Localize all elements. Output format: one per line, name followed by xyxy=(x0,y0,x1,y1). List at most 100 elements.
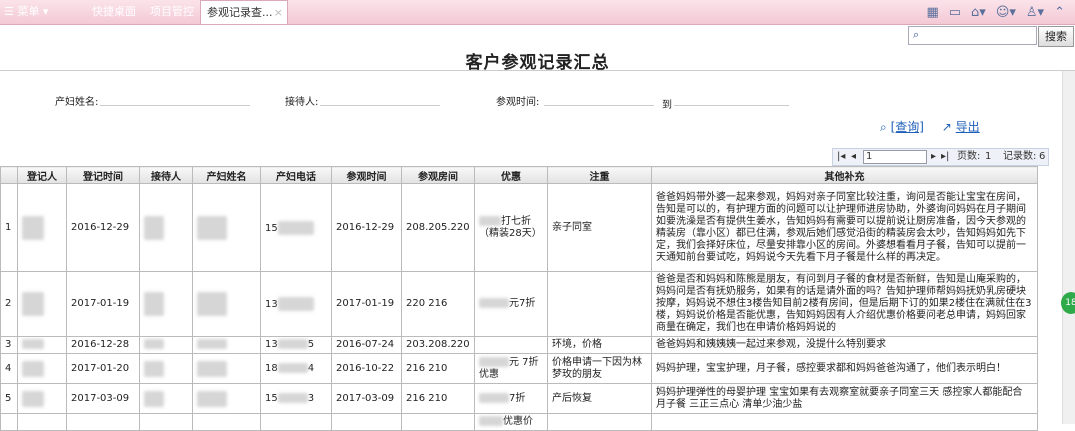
name-filter-input[interactable] xyxy=(100,105,250,106)
table-row[interactable]: 3 2016-12-28 13 5 2016-07-24 203.208.220 … xyxy=(0,336,1038,354)
focus-cell xyxy=(547,271,652,337)
export-icon: ↗ xyxy=(941,120,952,134)
home-icon[interactable]: ⌂▾ xyxy=(971,5,986,20)
export-link[interactable]: 导出 xyxy=(956,120,980,134)
phone-suffix: 5 xyxy=(307,339,315,350)
visit-time-filter-label: 参观时间: xyxy=(496,97,540,108)
page-number-input[interactable]: 1 xyxy=(863,150,927,164)
reg-time-cell xyxy=(66,413,140,431)
registrar-cell xyxy=(17,413,67,431)
row-number: 5 xyxy=(0,383,18,414)
row-number: 1 xyxy=(0,183,18,272)
search-row: ⌕ 搜索 xyxy=(0,26,1075,47)
close-icon[interactable]: × xyxy=(274,1,283,25)
visit-time-to-label: 到 xyxy=(662,100,672,111)
search-input[interactable]: ⌕ xyxy=(908,26,1037,45)
table-row[interactable]: 优惠价 xyxy=(0,413,1038,431)
action-links: ⌕ [查询] ↗ 导出 xyxy=(880,118,994,135)
room-cell: 208.205.220 xyxy=(401,183,475,272)
discount-cell: 元7折 xyxy=(474,271,548,337)
reg-time-cell: 2016-12-28 xyxy=(66,336,140,354)
vertical-scrollbar[interactable] xyxy=(1062,71,1075,424)
notes-cell: 妈妈护理弹性的母婴护理 宝宝如果有去观察室就要亲子同室三天 感控家人都能配合 月… xyxy=(651,383,1038,414)
top-toolbar-icons: ▦ ▭ ⌂▾ ☺▾ ♙▾ ⌃ xyxy=(926,0,1065,24)
table-row[interactable]: 1 2016-12-29 15 2016-12-29 208.205.220 打… xyxy=(0,183,1038,272)
monitor-icon[interactable]: ▭ xyxy=(949,5,961,20)
discount-cell xyxy=(474,336,548,354)
discount-cell: 元 7折优惠 xyxy=(474,353,548,384)
focus-cell xyxy=(547,413,652,431)
column-header[interactable]: 产妇电话 xyxy=(260,166,332,184)
receptionist-cell xyxy=(139,183,193,272)
tab-visit-records[interactable]: 参观记录查... × xyxy=(200,0,288,24)
search-icon: ⌕ xyxy=(913,28,920,41)
last-page-icon[interactable]: ▸| xyxy=(941,149,949,165)
column-header[interactable]: 优惠 xyxy=(474,166,548,184)
mother-name-cell xyxy=(192,183,261,272)
column-header[interactable]: 其他补充 xyxy=(651,166,1038,184)
receptionist-filter-input[interactable] xyxy=(320,105,440,106)
phone-cell xyxy=(260,413,332,431)
receptionist-cell xyxy=(139,336,193,354)
user-icon[interactable]: ♙▾ xyxy=(1026,5,1044,20)
message-icon[interactable]: ☺▾ xyxy=(996,5,1016,20)
prev-page-icon[interactable]: ◂ xyxy=(851,149,856,165)
phone-cell: 13 xyxy=(260,271,332,337)
receptionist-cell xyxy=(139,271,193,337)
notes-cell xyxy=(651,413,1038,431)
column-header[interactable]: 参观房间 xyxy=(401,166,475,184)
first-page-icon[interactable]: |◂ xyxy=(837,149,845,165)
discount-text: 7折 xyxy=(509,392,526,404)
main-menu-button[interactable]: ☰ 菜单 ▾ xyxy=(0,0,64,24)
floating-badge[interactable]: 18 xyxy=(1061,292,1075,314)
mother-name-cell xyxy=(192,413,261,431)
reg-time-cell: 2017-01-19 xyxy=(66,271,140,337)
visit-time-cell: 2016-07-24 xyxy=(331,336,402,354)
receptionist-filter-label: 接待人: xyxy=(285,97,319,108)
grid-icon[interactable]: ▦ xyxy=(926,5,938,20)
phone-cell: 15 xyxy=(260,183,332,272)
phone-prefix: 15 xyxy=(265,392,278,404)
table-row[interactable]: 5 2017-03-09 15 3 2017-03-09 216 210 7折 产… xyxy=(0,383,1038,414)
query-link[interactable]: [查询] xyxy=(891,120,924,134)
mother-name-cell xyxy=(192,271,261,337)
tab-project-control[interactable]: 项目管控 xyxy=(150,0,194,24)
menu-icon: ☰ xyxy=(4,5,14,18)
column-header[interactable]: 参观时间 xyxy=(331,166,402,184)
phone-cell: 13 5 xyxy=(260,336,332,354)
discount-cell: 打七折（精装28天） xyxy=(474,183,548,272)
room-cell: 220 216 xyxy=(401,271,475,337)
row-number: 3 xyxy=(0,336,18,354)
search-button[interactable]: 搜索 xyxy=(1038,26,1074,47)
notes-cell: 妈妈护理，宝宝护理，月子餐，感控要求都和妈妈爸爸沟通了，他们表示明白！ xyxy=(651,353,1038,384)
discount-cell: 优惠价 xyxy=(474,413,548,431)
page-count-value: 1 xyxy=(985,151,992,162)
visit-time-cell: 2016-12-29 xyxy=(331,183,402,272)
collapse-icon[interactable]: ⌃ xyxy=(1054,5,1065,20)
table-row[interactable]: 4 2017-01-20 18 4 2016-10-22 216 210 元 7折… xyxy=(0,353,1038,384)
column-header[interactable]: 登记时间 xyxy=(66,166,140,184)
registrar-cell xyxy=(17,183,67,272)
row-number: 4 xyxy=(0,353,18,384)
column-header[interactable]: 注重 xyxy=(547,166,652,184)
registrar-cell xyxy=(17,271,67,337)
page-count-label: 页数: xyxy=(957,151,981,162)
menu-label: 菜单 xyxy=(17,5,40,18)
column-header[interactable]: 登记人 xyxy=(17,166,67,184)
next-page-icon[interactable]: ▸ xyxy=(931,149,936,165)
row-number xyxy=(0,413,18,431)
record-count-label: 记录数: xyxy=(1003,151,1037,162)
tab-quick-desktop[interactable]: 快捷桌面 xyxy=(92,0,136,24)
notes-cell: 爸爸是否和妈妈和陈熊是朋友，有问到月子餐的食材是否新鲜，告知是山庵采购的，妈妈问… xyxy=(651,271,1038,337)
search-icon: ⌕ xyxy=(880,120,887,134)
column-header xyxy=(0,166,18,184)
column-header[interactable]: 产妇姓名 xyxy=(192,166,261,184)
visit-time-cell: 2017-03-09 xyxy=(331,383,402,414)
registrar-cell xyxy=(17,353,67,384)
room-cell: 203.208.220 xyxy=(401,336,475,354)
focus-cell: 环境，价格 xyxy=(547,336,652,354)
visit-time-start-input[interactable] xyxy=(544,105,654,106)
table-row[interactable]: 2 2017-01-19 13 2017-01-19 220 216 元7折 爸… xyxy=(0,271,1038,337)
visit-time-end-input[interactable] xyxy=(674,105,789,106)
column-header[interactable]: 接待人 xyxy=(139,166,193,184)
